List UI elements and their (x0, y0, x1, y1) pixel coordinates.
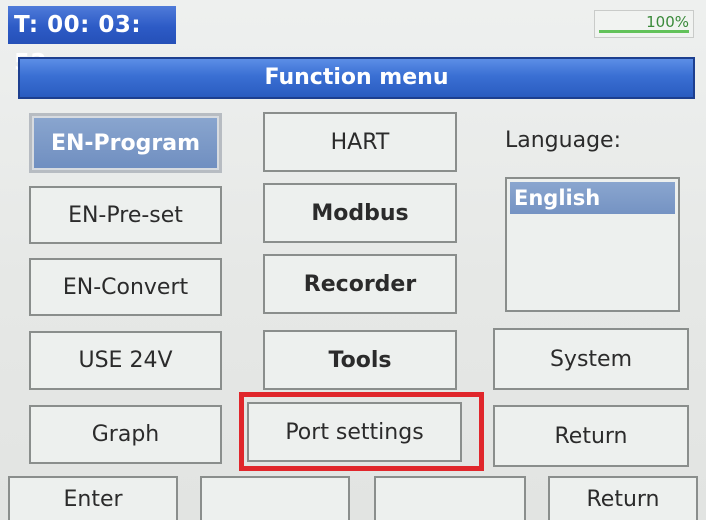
en-program-button[interactable]: EN-Program (29, 113, 222, 173)
softkey-3[interactable] (374, 476, 526, 520)
language-label: Language: (505, 128, 621, 153)
en-preset-button[interactable]: EN-Pre-set (29, 186, 222, 244)
use-24v-button[interactable]: USE 24V (29, 331, 222, 390)
timer-display: T: 00: 03: 52 (8, 6, 176, 76)
device-screen: T: 00: 03: 52 100% Function menu EN-Prog… (0, 0, 706, 520)
battery-percent: 100% (646, 13, 689, 31)
recorder-button[interactable]: Recorder (263, 254, 457, 314)
graph-button[interactable]: Graph (29, 405, 222, 464)
tools-button[interactable]: Tools (263, 330, 457, 390)
port-settings-button[interactable]: Port settings (247, 402, 462, 462)
return-button[interactable]: Return (493, 405, 689, 467)
page-title: Function menu (18, 57, 695, 99)
language-list[interactable]: English (505, 177, 680, 312)
modbus-button[interactable]: Modbus (263, 183, 457, 243)
en-convert-button[interactable]: EN-Convert (29, 258, 222, 316)
battery-indicator: 100% (594, 10, 694, 38)
language-option-english[interactable]: English (510, 182, 675, 214)
hart-button[interactable]: HART (263, 112, 457, 172)
softkey-enter[interactable]: Enter (8, 476, 178, 520)
softkey-return[interactable]: Return (548, 476, 698, 520)
battery-level-bar (599, 30, 689, 33)
system-button[interactable]: System (493, 328, 689, 390)
softkey-2[interactable] (200, 476, 350, 520)
